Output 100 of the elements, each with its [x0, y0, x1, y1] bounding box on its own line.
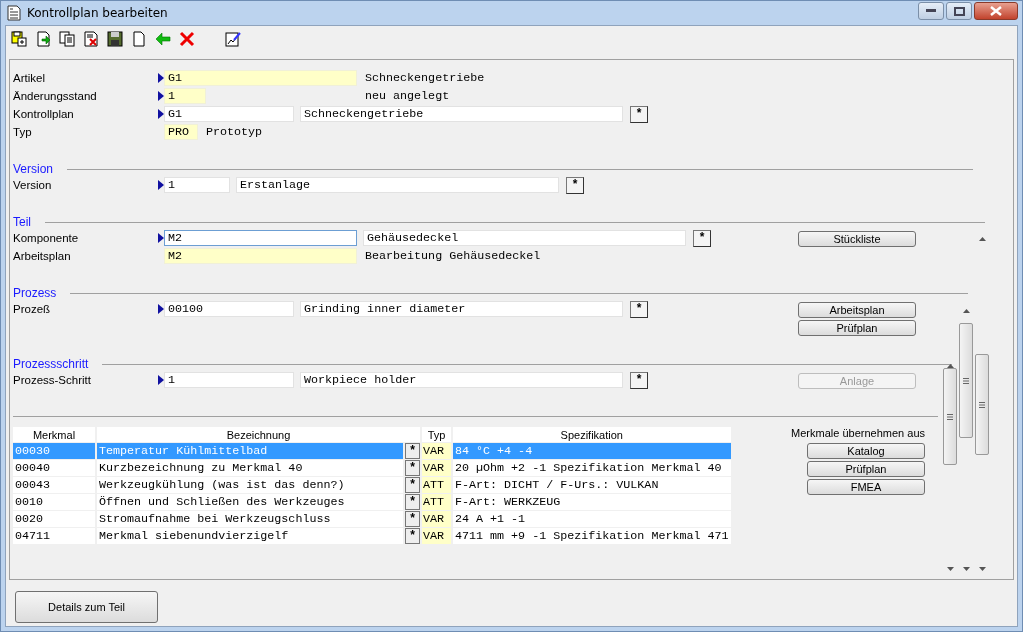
table-cell: ATT [422, 494, 451, 510]
column-header: Typ [422, 427, 451, 442]
table-cell: 04711 [13, 528, 95, 544]
table-cell: VAR [422, 511, 451, 527]
code-field[interactable]: G1 [164, 70, 357, 86]
column-header: Merkmal [13, 427, 95, 442]
table-cell: 0020 [13, 511, 95, 527]
grip-icon [963, 377, 969, 384]
table-cell: ATT [422, 477, 451, 493]
grip-icon [979, 401, 985, 408]
import-button[interactable]: FMEA [807, 479, 925, 495]
lookup-button[interactable]: * [693, 229, 711, 247]
table-cell: 24 A +1 -1 [453, 511, 731, 527]
description-field[interactable]: Erstanlage [236, 177, 559, 193]
maximize-button[interactable] [946, 2, 972, 20]
scrollbar-thumb[interactable] [943, 368, 957, 465]
code-field[interactable]: PRO [164, 124, 198, 140]
lookup-button[interactable]: * [405, 494, 420, 510]
section-title: Prozessschritt [13, 357, 89, 371]
description-text: Schneckengetriebe [365, 71, 485, 85]
import-button[interactable]: Prüfplan [807, 461, 925, 477]
save-icon[interactable] [107, 31, 123, 47]
lookup-button[interactable]: * [630, 300, 648, 318]
details-button[interactable]: Details zum Teil [15, 591, 158, 623]
field-label: Kontrollplan [13, 108, 75, 120]
table-cell: Temperatur Kühlmittelbad [97, 443, 403, 459]
table-cell: 00043 [13, 477, 95, 493]
delete-document-icon[interactable] [83, 31, 99, 47]
table-cell: 84 °C +4 -4 [453, 443, 731, 459]
code-field[interactable]: 1 [164, 372, 294, 388]
description-field[interactable]: Schneckengetriebe [300, 106, 623, 122]
description-field[interactable]: Grinding inner diameter [300, 301, 623, 317]
table-cell: 20 µOhm +2 -1 Spezifikation Merkmal 40 [453, 460, 731, 476]
document-icon [7, 5, 21, 21]
minimize-button[interactable] [918, 2, 944, 20]
lookup-button[interactable]: * [405, 443, 420, 459]
code-field[interactable]: M2 [164, 230, 357, 246]
field-label: Arbeitsplan [13, 250, 72, 262]
table-cell: 4711 mm +9 -1 Spezifikation Merkmal 471 [453, 528, 731, 544]
scrollbar-thumb[interactable] [975, 354, 989, 455]
table-cell: Merkmal siebenundvierzigelf [97, 528, 403, 544]
table-cell: Kurzbezeichnung zu Merkmal 40 [97, 460, 403, 476]
table-cell: Werkzeugkühlung (was ist das denn?) [97, 477, 403, 493]
table-cell: 0010 [13, 494, 95, 510]
scrollbar-thumb[interactable] [959, 323, 973, 438]
lookup-button[interactable]: * [405, 511, 420, 527]
description-text: Prototyp [206, 125, 263, 139]
back-arrow-icon[interactable] [155, 31, 171, 47]
section-title: Prozess [13, 286, 57, 300]
description-field[interactable]: Workpiece holder [300, 372, 623, 388]
scroll-up-icon[interactable] [978, 237, 986, 241]
new-document-icon[interactable] [131, 31, 147, 47]
minimize-icon [926, 9, 936, 13]
field-label: Typ [13, 126, 33, 138]
table-cell: F-Art: DICHT / F-Urs.: VULKAN [453, 477, 731, 493]
lookup-button[interactable]: * [405, 528, 420, 544]
scroll-up-icon[interactable] [962, 309, 970, 313]
code-field[interactable]: 1 [164, 177, 230, 193]
section-title: Version [13, 162, 54, 176]
chart-edit-icon[interactable] [225, 31, 241, 47]
lookup-button[interactable]: * [566, 176, 584, 194]
table-cell: Stromaufnahme bei Werkzeugschluss [97, 511, 403, 527]
action-button[interactable]: Arbeitsplan [798, 302, 916, 318]
cancel-icon[interactable] [179, 31, 195, 47]
field-label: Version [13, 179, 53, 191]
code-field[interactable]: 1 [164, 88, 206, 104]
import-button[interactable]: Katalog [807, 443, 925, 459]
lookup-button[interactable]: * [630, 105, 648, 123]
window-title: Kontrollplan bearbeiten [27, 6, 168, 20]
description-text: neu angelegt [365, 89, 450, 103]
description-text: Bearbeitung Gehäusedeckel [365, 249, 541, 263]
import-label: Merkmale übernehmen aus [791, 427, 925, 439]
code-field[interactable]: 00100 [164, 301, 294, 317]
close-button[interactable] [974, 2, 1018, 20]
table-cell: Öffnen und Schließen des Werkzeuges [97, 494, 403, 510]
table-cell: VAR [422, 460, 451, 476]
description-field[interactable]: Gehäusedeckel [363, 230, 686, 246]
save-copy-icon[interactable] [11, 31, 27, 47]
lookup-button[interactable]: * [405, 477, 420, 493]
code-field[interactable]: G1 [164, 106, 294, 122]
section-title: Teil [13, 215, 31, 229]
table-cell: 00040 [13, 460, 95, 476]
table-cell: VAR [422, 443, 451, 459]
action-button[interactable]: Prüfplan [798, 320, 916, 336]
code-field[interactable]: M2 [164, 248, 357, 264]
grip-icon [947, 413, 953, 420]
field-label: Prozess-Schritt [13, 374, 92, 386]
close-icon [990, 6, 1002, 16]
lookup-button[interactable]: * [405, 460, 420, 476]
table-cell: VAR [422, 528, 451, 544]
field-label: Artikel [13, 72, 46, 84]
field-label: Änderungsstand [13, 90, 98, 102]
document-arrow-icon[interactable] [35, 31, 51, 47]
table-cell: 00030 [13, 443, 95, 459]
column-header: Spezifikation [453, 427, 731, 442]
action-button[interactable]: Stückliste [798, 231, 916, 247]
maximize-icon [953, 6, 965, 16]
lookup-button[interactable]: * [630, 371, 648, 389]
copy-icon[interactable] [59, 31, 75, 47]
column-header: Bezeichnung [97, 427, 420, 442]
